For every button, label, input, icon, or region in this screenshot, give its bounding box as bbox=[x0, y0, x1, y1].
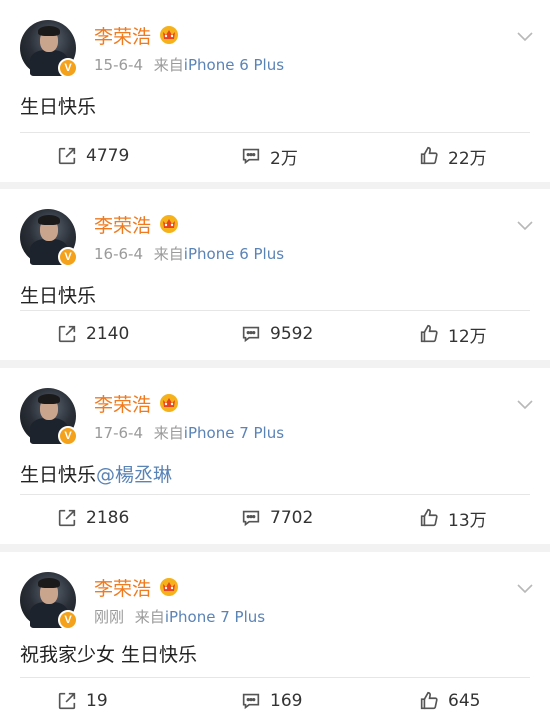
crown-icon bbox=[158, 392, 180, 412]
post-text: 祝我家少女 生日快乐 bbox=[20, 640, 197, 667]
post-meta: 17-6-4 来自iPhone 7 Plus bbox=[94, 422, 284, 443]
comment-count: 9592 bbox=[270, 324, 314, 344]
post-source[interactable]: iPhone 6 Plus bbox=[184, 245, 284, 263]
divider bbox=[20, 494, 530, 495]
like-button[interactable]: 13万 bbox=[418, 498, 487, 538]
forward-button[interactable]: 19 bbox=[56, 681, 108, 721]
post-text: 生日快乐@楊丞琳 bbox=[20, 460, 172, 487]
comment-button[interactable]: 7702 bbox=[240, 498, 313, 538]
comment-icon bbox=[240, 323, 270, 345]
source-prefix: 来自 bbox=[153, 245, 184, 263]
crown-icon bbox=[158, 24, 180, 44]
like-button[interactable]: 645 bbox=[418, 681, 480, 721]
username[interactable]: 李荣浩 bbox=[94, 574, 151, 601]
source-prefix: 来自 bbox=[134, 608, 165, 626]
crown-icon bbox=[158, 213, 180, 233]
avatar[interactable]: V bbox=[20, 572, 78, 630]
post-text: 生日快乐 bbox=[20, 281, 96, 308]
divider bbox=[20, 310, 530, 311]
forward-button[interactable]: 4779 bbox=[56, 136, 129, 176]
avatar-hair bbox=[38, 26, 60, 36]
avatar-hair bbox=[38, 394, 60, 404]
comment-button[interactable]: 169 bbox=[240, 681, 302, 721]
avatar-hair bbox=[38, 578, 60, 588]
post-date: 刚刚 bbox=[94, 608, 125, 626]
username[interactable]: 李荣浩 bbox=[94, 22, 151, 49]
source-prefix: 来自 bbox=[153, 56, 184, 74]
feed-post[interactable]: V 李荣浩 16-6-4 来自iPhone 6 Plus 生日快乐 2140 9… bbox=[0, 189, 550, 360]
comment-icon bbox=[240, 145, 270, 167]
post-text-content: 生日快乐 bbox=[20, 285, 97, 307]
action-bar: 19 169 645 bbox=[0, 681, 550, 721]
comment-count: 2万 bbox=[270, 148, 298, 169]
forward-icon bbox=[56, 145, 86, 167]
like-icon bbox=[418, 323, 448, 345]
chevron-down-icon[interactable] bbox=[516, 217, 534, 231]
verified-badge: V bbox=[58, 426, 78, 446]
comment-icon bbox=[240, 507, 270, 529]
chevron-down-icon[interactable] bbox=[516, 396, 534, 410]
like-count: 645 bbox=[448, 691, 481, 711]
forward-button[interactable]: 2186 bbox=[56, 498, 129, 538]
chevron-down-icon[interactable] bbox=[516, 28, 534, 42]
mention-link[interactable]: @楊丞琳 bbox=[96, 464, 172, 486]
forward-icon bbox=[56, 690, 86, 712]
forward-count: 2140 bbox=[86, 324, 130, 344]
comment-icon bbox=[240, 690, 270, 712]
avatar-hair bbox=[38, 215, 60, 225]
post-text-content: 生日快乐 bbox=[20, 464, 97, 486]
post-date: 15-6-4 bbox=[94, 56, 143, 74]
feed-post[interactable]: V 李荣浩 15-6-4 来自iPhone 6 Plus 生日快乐 4779 2… bbox=[0, 0, 550, 182]
post-text-content: 生日快乐 bbox=[20, 96, 97, 118]
avatar[interactable]: V bbox=[20, 388, 78, 446]
action-bar: 2140 9592 12万 bbox=[0, 314, 550, 354]
post-source[interactable]: iPhone 7 Plus bbox=[184, 424, 284, 442]
crown-icon bbox=[158, 576, 180, 596]
username[interactable]: 李荣浩 bbox=[94, 390, 151, 417]
forward-icon bbox=[56, 507, 86, 529]
forward-button[interactable]: 2140 bbox=[56, 314, 129, 354]
chevron-down-icon[interactable] bbox=[516, 580, 534, 594]
divider bbox=[20, 132, 530, 133]
post-date: 17-6-4 bbox=[94, 424, 143, 442]
post-date: 16-6-4 bbox=[94, 245, 143, 263]
post-meta: 15-6-4 来自iPhone 6 Plus bbox=[94, 54, 284, 75]
post-meta: 刚刚 来自iPhone 7 Plus bbox=[94, 606, 265, 627]
like-icon bbox=[418, 507, 448, 529]
divider bbox=[20, 677, 530, 678]
avatar[interactable]: V bbox=[20, 209, 78, 267]
post-source[interactable]: iPhone 7 Plus bbox=[165, 608, 265, 626]
verified-badge: V bbox=[58, 58, 78, 78]
like-button[interactable]: 22万 bbox=[418, 136, 487, 176]
avatar[interactable]: V bbox=[20, 20, 78, 78]
post-meta: 16-6-4 来自iPhone 6 Plus bbox=[94, 243, 284, 264]
forward-count: 2186 bbox=[86, 508, 130, 528]
username[interactable]: 李荣浩 bbox=[94, 211, 151, 238]
like-button[interactable]: 12万 bbox=[418, 314, 487, 354]
comment-button[interactable]: 2万 bbox=[240, 136, 298, 176]
verified-badge: V bbox=[58, 247, 78, 267]
post-text-content: 祝我家少女 生日快乐 bbox=[20, 644, 198, 666]
like-count: 22万 bbox=[448, 148, 487, 169]
post-text: 生日快乐 bbox=[20, 92, 96, 119]
action-bar: 4779 2万 22万 bbox=[0, 136, 550, 176]
comment-button[interactable]: 9592 bbox=[240, 314, 313, 354]
post-source[interactable]: iPhone 6 Plus bbox=[184, 56, 284, 74]
action-bar: 2186 7702 13万 bbox=[0, 498, 550, 538]
forward-count: 4779 bbox=[86, 146, 130, 166]
comment-count: 7702 bbox=[270, 508, 314, 528]
forward-count: 19 bbox=[86, 691, 108, 711]
feed-post[interactable]: V 李荣浩 刚刚 来自iPhone 7 Plus 祝我家少女 生日快乐 19 1… bbox=[0, 552, 550, 727]
source-prefix: 来自 bbox=[153, 424, 184, 442]
like-icon bbox=[418, 690, 448, 712]
like-icon bbox=[418, 145, 448, 167]
like-count: 13万 bbox=[448, 510, 487, 531]
comment-count: 169 bbox=[270, 691, 303, 711]
forward-icon bbox=[56, 323, 86, 345]
feed-post[interactable]: V 李荣浩 17-6-4 来自iPhone 7 Plus 生日快乐@楊丞琳 21… bbox=[0, 368, 550, 544]
verified-badge: V bbox=[58, 610, 78, 630]
like-count: 12万 bbox=[448, 326, 487, 347]
